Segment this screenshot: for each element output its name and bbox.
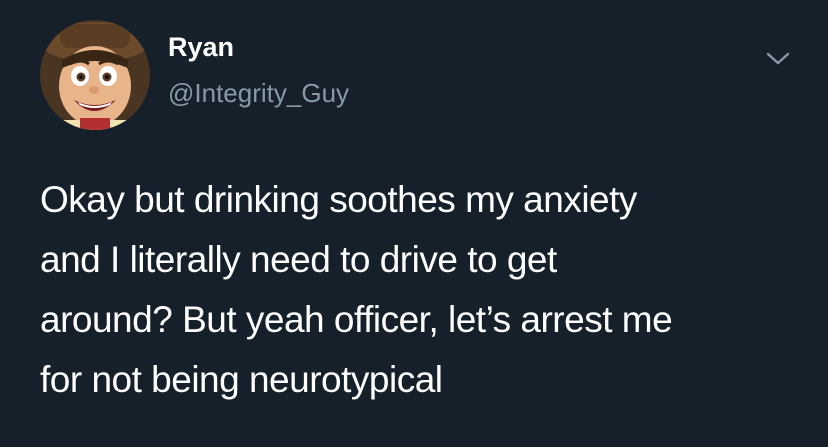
cartoon-cowboy-avatar-icon (40, 20, 150, 130)
tweet-text-line: for not being neurotypical (40, 359, 443, 400)
chevron-down-icon (766, 52, 790, 65)
tweet-text: Okay but drinking soothes my anxiety and… (40, 170, 800, 410)
user-handle[interactable]: @Integrity_Guy (168, 80, 349, 106)
display-name[interactable]: Ryan (168, 34, 234, 61)
tweet-text-line: around? But yeah officer, let’s arrest m… (40, 299, 673, 340)
avatar[interactable] (40, 20, 150, 130)
tweet-menu-button[interactable] (760, 40, 796, 76)
tweet-card: Ryan @Integrity_Guy Okay but drinking so… (0, 0, 828, 447)
tweet-text-line: Okay but drinking soothes my anxiety (40, 179, 637, 220)
tweet-text-line: and I literally need to drive to get (40, 239, 557, 280)
